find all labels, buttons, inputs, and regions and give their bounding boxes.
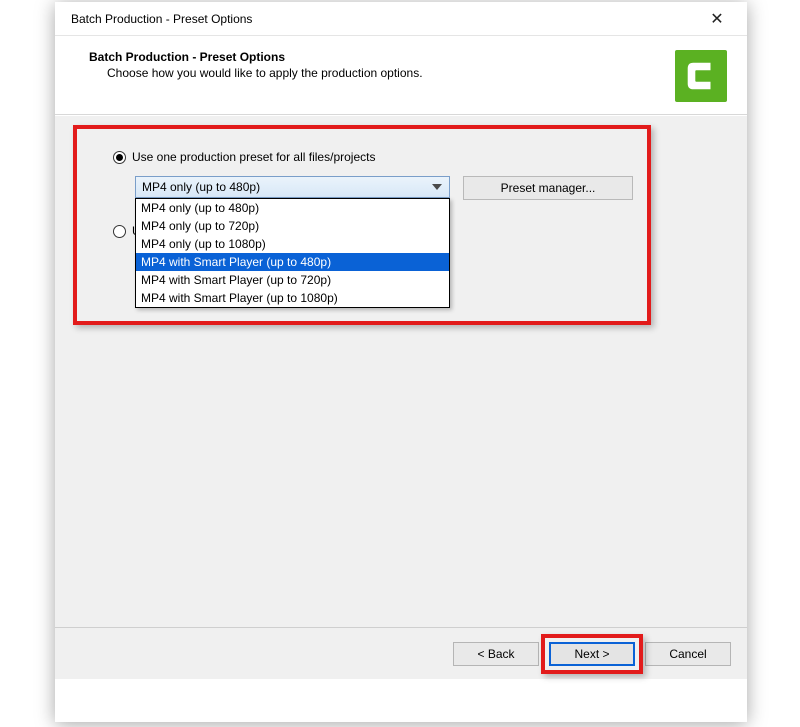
preset-manager-button[interactable]: Preset manager... <box>463 176 633 200</box>
preset-combo[interactable]: MP4 only (up to 480p) <box>135 176 450 198</box>
list-item[interactable]: MP4 only (up to 1080p) <box>136 235 449 253</box>
window-title: Batch Production - Preset Options <box>71 12 697 26</box>
list-item[interactable]: MP4 only (up to 480p) <box>136 199 449 217</box>
list-item-selected[interactable]: MP4 with Smart Player (up to 480p) <box>136 253 449 271</box>
app-logo <box>675 50 727 102</box>
list-item[interactable]: MP4 with Smart Player (up to 720p) <box>136 271 449 289</box>
header-title: Batch Production - Preset Options <box>89 50 675 64</box>
close-icon[interactable]: ✕ <box>697 4 737 34</box>
footer: < Back Next > Cancel <box>55 627 747 679</box>
radio-icon <box>113 151 126 164</box>
radio-icon <box>113 225 126 238</box>
cancel-button[interactable]: Cancel <box>645 642 731 666</box>
radio-use-one-preset[interactable]: Use one production preset for all files/… <box>113 150 375 164</box>
dialog-window: Batch Production - Preset Options ✕ Batc… <box>55 2 747 722</box>
header: Batch Production - Preset Options Choose… <box>55 36 747 115</box>
preset-dropdown-list[interactable]: MP4 only (up to 480p) MP4 only (up to 72… <box>135 198 450 308</box>
list-item[interactable]: MP4 with Smart Player (up to 1080p) <box>136 289 449 307</box>
content-area: Use one production preset for all files/… <box>55 115 747 679</box>
radio-label: Use one production preset for all files/… <box>132 150 375 164</box>
next-button[interactable]: Next > <box>549 642 635 666</box>
header-subtitle: Choose how you would like to apply the p… <box>89 66 675 80</box>
chevron-down-icon <box>429 178 445 196</box>
list-item[interactable]: MP4 only (up to 720p) <box>136 217 449 235</box>
back-button[interactable]: < Back <box>453 642 539 666</box>
titlebar: Batch Production - Preset Options ✕ <box>55 2 747 36</box>
combo-selected-text: MP4 only (up to 480p) <box>142 180 260 194</box>
